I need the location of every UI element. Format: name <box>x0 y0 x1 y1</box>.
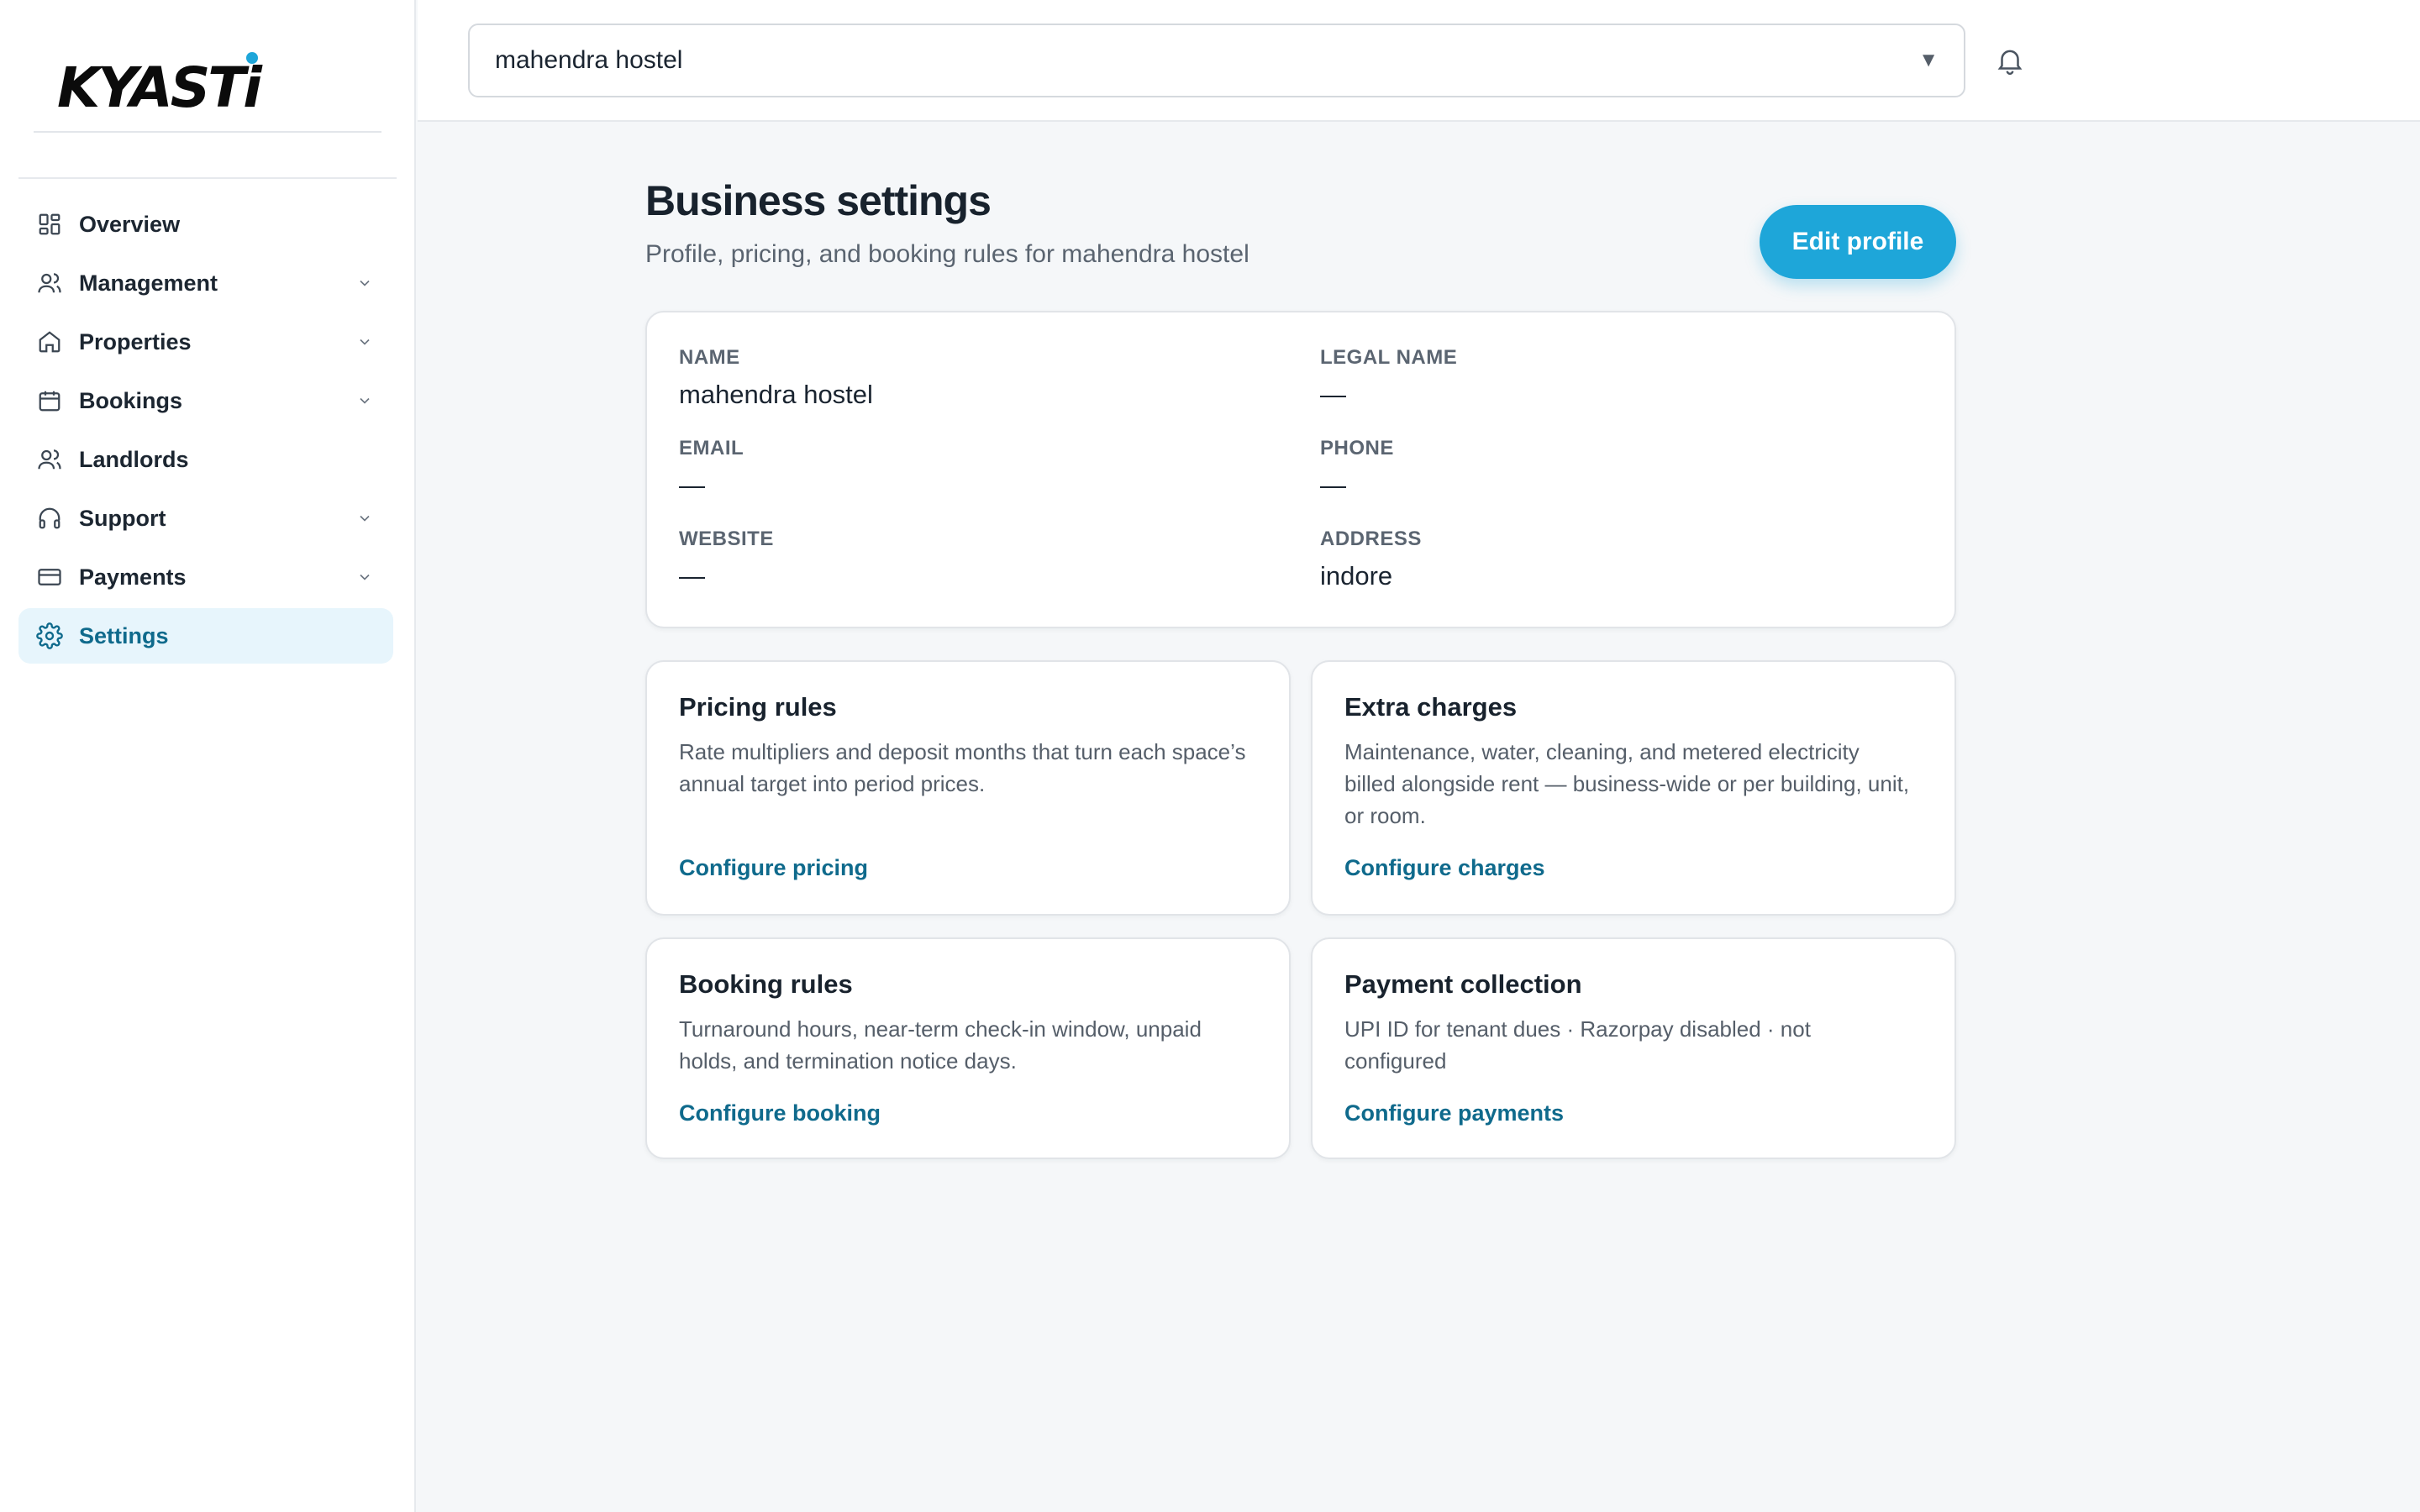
sidebar-item-label: Landlords <box>79 446 189 472</box>
business-select[interactable]: mahendra hostel ▼ <box>468 24 1965 97</box>
chevron-down-icon[interactable] <box>355 391 375 411</box>
field-address: ADDRESS indore <box>1320 528 1422 591</box>
field-value: — <box>1320 470 1346 500</box>
sidebar-item-label: Support <box>79 505 166 531</box>
sidebar-item-landlords[interactable]: Landlords <box>18 432 393 487</box>
chevron-down-icon[interactable] <box>355 273 375 293</box>
field-value: — <box>679 470 705 500</box>
grid-icon <box>35 210 64 239</box>
card-title: Booking rules <box>679 969 853 999</box>
caret-down-icon: ▼ <box>1918 49 1939 71</box>
brand-logo[interactable]: KYASTi <box>57 60 262 116</box>
card-description: UPI ID for tenant dues · Razorpay disabl… <box>1344 1016 1811 1074</box>
top-bar: mahendra hostel ▼ <box>418 0 2420 122</box>
configure-charges-link[interactable]: Configure charges <box>1344 855 1545 881</box>
card-description: Maintenance, water, cleaning, and metere… <box>1344 739 1910 828</box>
sidebar-item-label: Properties <box>79 328 192 354</box>
users-icon <box>35 445 64 474</box>
field-name: NAME mahendra hostel <box>679 346 873 410</box>
configure-pricing-link[interactable]: Configure pricing <box>679 855 868 881</box>
logo-area: KYASTi <box>34 34 381 133</box>
sidebar: KYASTi Overview Management Properties Bo… <box>0 0 416 1512</box>
page-subtitle: Profile, pricing, and booking rules for … <box>645 240 1249 268</box>
calendar-icon <box>35 386 64 415</box>
field-value: — <box>1320 380 1346 409</box>
credit-card-icon <box>35 563 64 591</box>
sidebar-item-label: Settings <box>79 622 169 648</box>
business-profile-card: NAME mahendra hostel LEGAL NAME — EMAIL … <box>645 311 1956 628</box>
sidebar-item-properties[interactable]: Properties <box>18 314 393 370</box>
home-icon <box>35 328 64 356</box>
logo-letter-i: i <box>243 55 262 120</box>
field-value: mahendra hostel <box>679 380 873 409</box>
field-label: WEBSITE <box>679 528 774 550</box>
card-title: Payment collection <box>1344 969 1582 999</box>
extra-charges-card: Extra charges Maintenance, water, cleani… <box>1311 660 1956 916</box>
card-title: Extra charges <box>1344 692 1518 722</box>
chevron-down-icon[interactable] <box>355 332 375 352</box>
field-website: WEBSITE — <box>679 528 774 591</box>
field-label: LEGAL NAME <box>1320 346 1458 369</box>
payment-collection-card: Payment collection UPI ID for tenant due… <box>1311 937 1956 1159</box>
users-icon <box>35 269 64 297</box>
field-phone: PHONE — <box>1320 437 1394 501</box>
chevron-down-icon[interactable] <box>355 567 375 587</box>
sidebar-item-label: Payments <box>79 564 187 590</box>
field-value: — <box>679 561 705 591</box>
gear-icon <box>35 622 64 650</box>
card-description: Turnaround hours, near-term check-in win… <box>679 1016 1202 1074</box>
sidebar-item-settings[interactable]: Settings <box>18 608 393 664</box>
field-email: EMAIL — <box>679 437 744 501</box>
sidebar-item-management[interactable]: Management <box>18 255 393 311</box>
bell-icon[interactable] <box>1991 42 2028 79</box>
booking-rules-card: Booking rules Turnaround hours, near-ter… <box>645 937 1291 1159</box>
field-label: PHONE <box>1320 437 1394 459</box>
card-title: Pricing rules <box>679 692 837 722</box>
pricing-rules-card: Pricing rules Rate multipliers and depos… <box>645 660 1291 916</box>
configure-booking-link[interactable]: Configure booking <box>679 1100 881 1126</box>
sidebar-item-label: Management <box>79 270 218 296</box>
field-label: EMAIL <box>679 437 744 459</box>
card-description: Rate multipliers and deposit months that… <box>679 739 1246 796</box>
field-legal-name: LEGAL NAME — <box>1320 346 1457 410</box>
chevron-down-icon[interactable] <box>355 508 375 528</box>
sidebar-item-overview[interactable]: Overview <box>18 197 393 252</box>
logo-letter-k: K <box>57 55 100 120</box>
business-select-value: mahendra hostel <box>495 46 683 74</box>
sidebar-item-label: Bookings <box>79 387 183 413</box>
sidebar-nav: Overview Management Properties Bookings … <box>18 197 393 667</box>
logo-letters: YAST <box>97 55 245 120</box>
edit-profile-button[interactable]: Edit profile <box>1760 205 1956 279</box>
field-label: NAME <box>679 346 740 369</box>
configure-payments-link[interactable]: Configure payments <box>1344 1100 1564 1126</box>
sidebar-divider <box>18 177 397 179</box>
sidebar-item-support[interactable]: Support <box>18 491 393 546</box>
page-title: Business settings <box>645 177 992 224</box>
headphones-icon <box>35 504 64 533</box>
sidebar-item-bookings[interactable]: Bookings <box>18 373 393 428</box>
sidebar-item-label: Overview <box>79 211 181 237</box>
field-value: indore <box>1320 561 1393 591</box>
sidebar-item-payments[interactable]: Payments <box>18 549 393 605</box>
field-label: ADDRESS <box>1320 528 1422 550</box>
